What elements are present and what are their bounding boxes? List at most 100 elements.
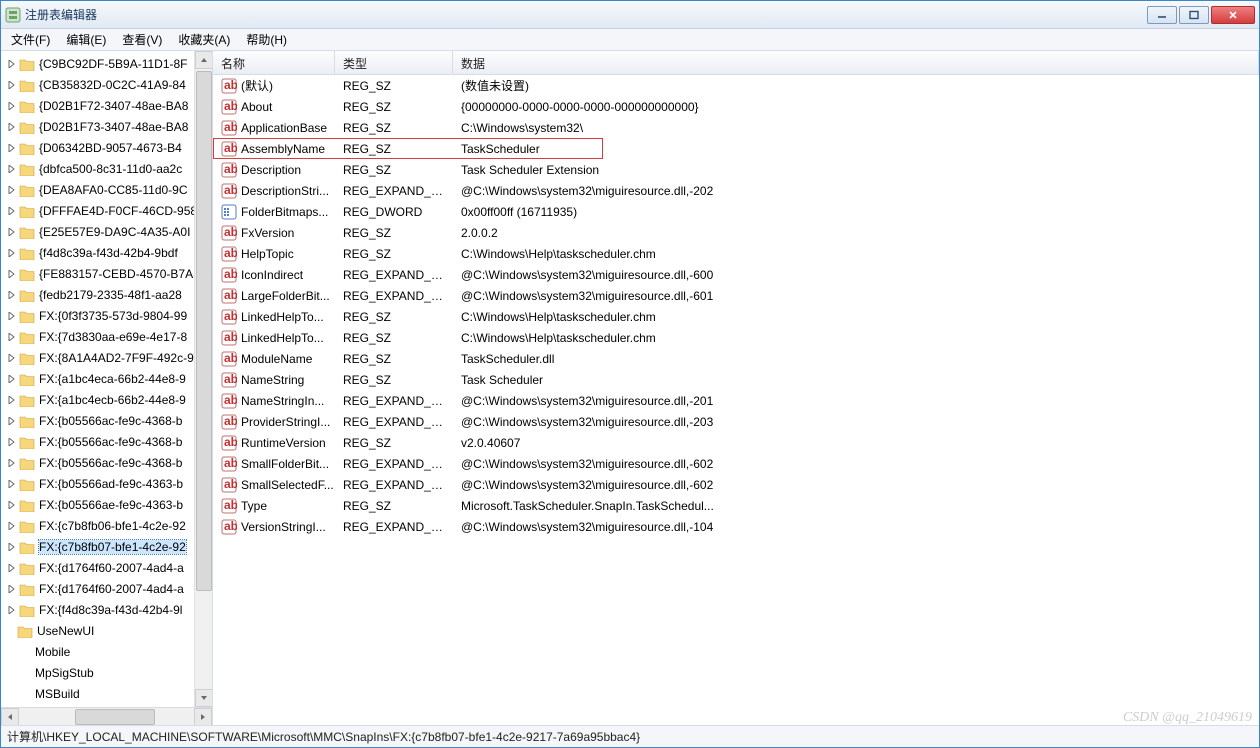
- tree-item[interactable]: FX:{f4d8c39a-f43d-42b4-9l: [1, 599, 212, 620]
- column-type[interactable]: 类型: [335, 51, 453, 74]
- expand-icon[interactable]: [7, 437, 17, 447]
- tree-item[interactable]: FX:{8A1A4AD2-7F9F-492c-9: [1, 347, 212, 368]
- tree-item[interactable]: FX:{c7b8fb07-bfe1-4c2e-92: [1, 536, 212, 557]
- tree-item[interactable]: MSBuild: [1, 683, 212, 704]
- tree-item[interactable]: FX:{b05566ad-fe9c-4363-b: [1, 473, 212, 494]
- expand-icon[interactable]: [7, 59, 17, 69]
- menu-file[interactable]: 文件(F): [5, 29, 56, 50]
- tree-item[interactable]: {DEA8AFA0-CC85-11d0-9C: [1, 179, 212, 200]
- tree-item[interactable]: MpSigStub: [1, 662, 212, 683]
- expand-icon[interactable]: [7, 479, 17, 489]
- value-row[interactable]: LargeFolderBit...REG_EXPAND_SZ@C:\Window…: [213, 285, 1259, 306]
- tree-item[interactable]: FX:{c7b8fb06-bfe1-4c2e-92: [1, 515, 212, 536]
- scroll-thumb[interactable]: [75, 709, 155, 725]
- expand-icon[interactable]: [7, 143, 17, 153]
- value-row[interactable]: DescriptionREG_SZTask Scheduler Extensio…: [213, 159, 1259, 180]
- scroll-up-icon[interactable]: [195, 51, 213, 69]
- tree-item[interactable]: FX:{d1764f60-2007-4ad4-a: [1, 557, 212, 578]
- expand-icon[interactable]: [7, 542, 17, 552]
- value-row[interactable]: ProviderStringI...REG_EXPAND_SZ@C:\Windo…: [213, 411, 1259, 432]
- value-row[interactable]: AboutREG_SZ{00000000-0000-0000-0000-0000…: [213, 96, 1259, 117]
- expand-icon[interactable]: [7, 185, 17, 195]
- tree-vertical-scrollbar[interactable]: [194, 51, 212, 707]
- column-data[interactable]: 数据: [453, 51, 1259, 74]
- expand-icon[interactable]: [7, 164, 17, 174]
- tree-horizontal-scrollbar[interactable]: [1, 707, 212, 725]
- titlebar[interactable]: 注册表编辑器: [1, 1, 1259, 29]
- tree-item[interactable]: UseNewUI: [1, 620, 212, 641]
- value-row[interactable]: FolderBitmaps...REG_DWORD0x00ff00ff (167…: [213, 201, 1259, 222]
- value-row[interactable]: SmallSelectedF...REG_EXPAND_SZ@C:\Window…: [213, 474, 1259, 495]
- expand-icon[interactable]: [7, 206, 17, 216]
- expand-icon[interactable]: [7, 500, 17, 510]
- value-row[interactable]: (默认)REG_SZ(数值未设置): [213, 75, 1259, 96]
- value-row[interactable]: TypeREG_SZMicrosoft.TaskScheduler.SnapIn…: [213, 495, 1259, 516]
- expand-icon[interactable]: [7, 248, 17, 258]
- value-row[interactable]: SmallFolderBit...REG_EXPAND_SZ@C:\Window…: [213, 453, 1259, 474]
- value-row[interactable]: VersionStringI...REG_EXPAND_SZ@C:\Window…: [213, 516, 1259, 537]
- value-row[interactable]: NameStringREG_SZTask Scheduler: [213, 369, 1259, 390]
- expand-icon[interactable]: [7, 80, 17, 90]
- value-row[interactable]: LinkedHelpTo...REG_SZC:\Windows\Help\tas…: [213, 306, 1259, 327]
- tree-item[interactable]: {D02B1F72-3407-48ae-BA8: [1, 95, 212, 116]
- expand-icon[interactable]: [7, 227, 17, 237]
- menu-fav[interactable]: 收藏夹(A): [172, 29, 236, 50]
- scroll-down-icon[interactable]: [195, 689, 213, 707]
- expand-icon[interactable]: [7, 395, 17, 405]
- value-row[interactable]: HelpTopicREG_SZC:\Windows\Help\tasksched…: [213, 243, 1259, 264]
- expand-icon[interactable]: [7, 458, 17, 468]
- tree-item[interactable]: FX:{b05566ac-fe9c-4368-b: [1, 410, 212, 431]
- tree-item[interactable]: FX:{d1764f60-2007-4ad4-a: [1, 578, 212, 599]
- expand-icon[interactable]: [7, 521, 17, 531]
- tree-item[interactable]: {FE883157-CEBD-4570-B7A: [1, 263, 212, 284]
- scroll-right-icon[interactable]: [194, 708, 212, 725]
- tree-item[interactable]: {CB35832D-0C2C-41A9-84: [1, 74, 212, 95]
- value-row[interactable]: IconIndirectREG_EXPAND_SZ@C:\Windows\sys…: [213, 264, 1259, 285]
- value-row[interactable]: AssemblyNameREG_SZTaskScheduler: [213, 138, 603, 159]
- close-button[interactable]: [1211, 6, 1255, 24]
- value-row[interactable]: RuntimeVersionREG_SZv2.0.40607: [213, 432, 1259, 453]
- value-row[interactable]: FxVersionREG_SZ2.0.0.2: [213, 222, 1259, 243]
- expand-icon[interactable]: [7, 605, 17, 615]
- value-row[interactable]: ModuleNameREG_SZTaskScheduler.dll: [213, 348, 1259, 369]
- menu-help[interactable]: 帮助(H): [240, 29, 293, 50]
- value-row[interactable]: ApplicationBaseREG_SZC:\Windows\system32…: [213, 117, 1259, 138]
- tree-item[interactable]: FX:{a1bc4ecb-66b2-44e8-9: [1, 389, 212, 410]
- value-row[interactable]: DescriptionStri...REG_EXPAND_SZ@C:\Windo…: [213, 180, 1259, 201]
- scroll-left-icon[interactable]: [1, 708, 19, 725]
- tree-item[interactable]: {f4d8c39a-f43d-42b4-9bdf: [1, 242, 212, 263]
- expand-icon[interactable]: [7, 290, 17, 300]
- tree-item[interactable]: {D02B1F73-3407-48ae-BA8: [1, 116, 212, 137]
- expand-icon[interactable]: [7, 374, 17, 384]
- tree-item[interactable]: FX:{0f3f3735-573d-9804-99: [1, 305, 212, 326]
- menu-edit[interactable]: 编辑(E): [60, 29, 112, 50]
- value-row[interactable]: LinkedHelpTo...REG_SZC:\Windows\Help\tas…: [213, 327, 1259, 348]
- expand-icon[interactable]: [7, 353, 17, 363]
- expand-icon[interactable]: [7, 269, 17, 279]
- expand-icon[interactable]: [7, 332, 17, 342]
- tree-item[interactable]: FX:{b05566ac-fe9c-4368-b: [1, 452, 212, 473]
- tree-item[interactable]: {fedb2179-2335-48f1-aa28: [1, 284, 212, 305]
- tree-item[interactable]: FX:{7d3830aa-e69e-4e17-8: [1, 326, 212, 347]
- tree-item[interactable]: {dbfca500-8c31-11d0-aa2c: [1, 158, 212, 179]
- expand-icon[interactable]: [7, 122, 17, 132]
- tree-item[interactable]: Mobile: [1, 641, 212, 662]
- expand-icon[interactable]: [7, 101, 17, 111]
- maximize-button[interactable]: [1179, 6, 1209, 24]
- tree-item[interactable]: FX:{b05566ae-fe9c-4363-b: [1, 494, 212, 515]
- tree-item[interactable]: FX:{b05566ac-fe9c-4368-b: [1, 431, 212, 452]
- tree-item[interactable]: {DFFFAE4D-F0CF-46CD-958: [1, 200, 212, 221]
- value-row[interactable]: NameStringIn...REG_EXPAND_SZ@C:\Windows\…: [213, 390, 1259, 411]
- scroll-thumb[interactable]: [196, 71, 212, 591]
- expand-icon[interactable]: [7, 584, 17, 594]
- expand-icon[interactable]: [7, 416, 17, 426]
- column-name[interactable]: 名称: [213, 51, 335, 74]
- tree-item[interactable]: FX:{a1bc4eca-66b2-44e8-9: [1, 368, 212, 389]
- menu-view[interactable]: 查看(V): [116, 29, 168, 50]
- expand-icon[interactable]: [7, 563, 17, 573]
- tree-item[interactable]: {D06342BD-9057-4673-B4: [1, 137, 212, 158]
- minimize-button[interactable]: [1147, 6, 1177, 24]
- tree-item[interactable]: {E25E57E9-DA9C-4A35-A0I: [1, 221, 212, 242]
- tree-item[interactable]: {C9BC92DF-5B9A-11D1-8F: [1, 53, 212, 74]
- expand-icon[interactable]: [7, 311, 17, 321]
